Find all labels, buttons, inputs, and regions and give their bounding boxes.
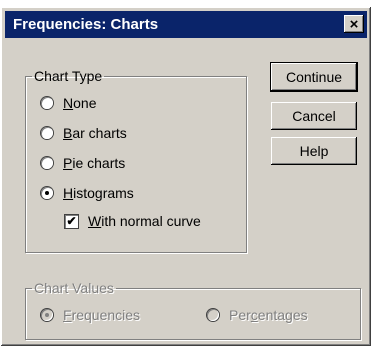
title-bar[interactable]: Frequencies: Charts × <box>5 11 367 38</box>
radio-percentages: Percentages <box>207 307 308 323</box>
frequencies-charts-dialog: Frequencies: Charts × Chart Type None Ba… <box>1 7 371 346</box>
chart-values-legend: Chart Values <box>34 280 114 296</box>
radio-frequencies: Frequencies <box>41 307 140 323</box>
radio-none-label: None <box>63 95 97 111</box>
cancel-button[interactable]: Cancel <box>271 102 357 130</box>
radio-pie-charts[interactable]: Pie charts <box>41 155 125 171</box>
checkbox-normal-curve-label: With normal curve <box>88 213 201 229</box>
help-button[interactable]: Help <box>271 137 357 165</box>
chart-type-legend: Chart Type <box>34 68 103 84</box>
radio-frequencies-label: Frequencies <box>63 307 141 323</box>
close-icon: × <box>349 15 359 33</box>
radio-pie-charts-indicator[interactable] <box>41 157 53 169</box>
radio-pie-charts-label: Pie charts <box>63 155 126 171</box>
radio-percentages-indicator <box>207 309 219 321</box>
radio-bar-charts-indicator[interactable] <box>41 127 53 139</box>
window-title: Frequencies: Charts <box>13 16 159 33</box>
radio-percentages-label: Percentages <box>229 307 308 323</box>
checkmark-icon: ✔ <box>66 214 77 228</box>
close-button[interactable]: × <box>344 15 364 33</box>
radio-none[interactable]: None <box>41 95 96 111</box>
radio-histograms-label: Histograms <box>63 185 134 201</box>
checkbox-normal-curve[interactable]: ✔ With normal curve <box>65 213 201 229</box>
radio-histograms[interactable]: Histograms <box>41 185 134 201</box>
radio-frequencies-indicator <box>41 309 53 321</box>
radio-histograms-indicator[interactable] <box>41 187 53 199</box>
checkbox-normal-curve-box[interactable]: ✔ <box>65 214 78 228</box>
continue-button[interactable]: Continue <box>270 62 358 92</box>
radio-none-indicator[interactable] <box>41 97 53 109</box>
radio-bar-charts-label: Bar charts <box>63 125 127 141</box>
radio-bar-charts[interactable]: Bar charts <box>41 125 127 141</box>
